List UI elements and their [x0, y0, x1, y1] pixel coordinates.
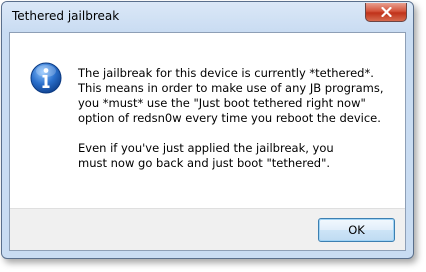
button-bar: OK [10, 208, 405, 250]
close-button[interactable] [365, 3, 407, 22]
message-text: The jailbreak for this device is current… [78, 66, 398, 171]
message-paragraph-2: Even if you've just applied the jailbrea… [78, 141, 334, 170]
window-title: Tethered jailbreak [12, 9, 120, 23]
ok-button[interactable]: OK [318, 218, 395, 242]
message-paragraph-1: The jailbreak for this device is current… [78, 66, 384, 125]
info-icon [30, 62, 62, 94]
dialog-body: The jailbreak for this device is current… [9, 32, 406, 251]
title-bar[interactable]: Tethered jailbreak [2, 2, 413, 32]
close-icon [381, 7, 392, 17]
message-dialog: Tethered jailbreak The jailbreak for thi… [1, 1, 414, 259]
